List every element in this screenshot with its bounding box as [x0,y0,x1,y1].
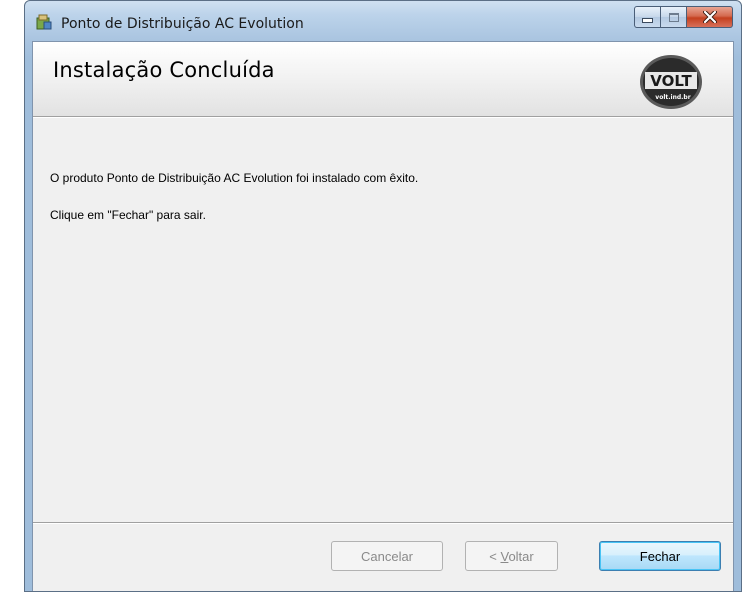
footer-divider [33,522,733,524]
back-label: < Voltar [489,548,534,564]
success-message: O produto Ponto de Distribuição AC Evolu… [50,171,419,185]
title-bar[interactable]: Ponto de Distribuição AC Evolution [25,1,741,41]
installer-window: Ponto de Distribuição AC Evolution Insta… [24,0,742,592]
caption-buttons [634,6,733,30]
page-title: Instalação Concluída [53,58,275,82]
maximize-icon [668,12,679,22]
close-icon [702,11,717,23]
close-window-button[interactable] [687,6,733,28]
cancel-label: Cancelar [360,548,414,564]
exit-instruction: Clique em "Fechar" para sair. [50,208,206,222]
installer-icon [35,13,53,31]
window-title: Ponto de Distribuição AC Evolution [61,16,304,32]
minimize-icon [642,18,653,23]
volt-logo: VOLT volt.ind.br [639,54,703,110]
svg-text:VOLT: VOLT [650,72,692,90]
banner-divider [33,116,733,118]
cancel-button[interactable]: Cancelar [331,541,443,571]
minimize-button[interactable] [634,6,661,28]
close-label: Fechar [639,548,681,564]
dialog-client-area: Instalação Concluída VOLT volt.ind.br O … [32,41,734,591]
back-button[interactable]: < Voltar [465,541,558,571]
maximize-button[interactable] [661,6,687,28]
svg-text:volt.ind.br: volt.ind.br [655,94,690,101]
header-banner: Instalação Concluída VOLT volt.ind.br [33,42,733,116]
finish-close-button[interactable]: Fechar [599,541,721,571]
